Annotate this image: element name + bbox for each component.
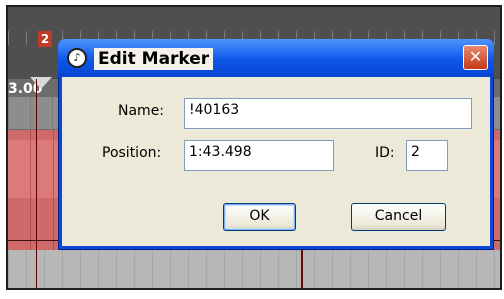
reaper-icon: ♪ bbox=[67, 48, 87, 68]
lower-track-area bbox=[8, 250, 500, 288]
ok-button[interactable]: OK bbox=[223, 203, 296, 231]
id-field[interactable]: 2 bbox=[406, 140, 448, 171]
dialog-titlebar[interactable]: ♪ Edit Marker ✕ bbox=[58, 39, 494, 77]
edit-cursor bbox=[36, 79, 37, 288]
edit-marker-dialog: ♪ Edit Marker ✕ Name: !40163 Position: 1… bbox=[58, 39, 494, 250]
dialog-body: Name: !40163 Position: 1:43.498 ID: 2 OK… bbox=[62, 77, 490, 246]
position-label: Position: bbox=[102, 145, 162, 161]
id-label: ID: bbox=[375, 145, 395, 161]
dialog-title: Edit Marker bbox=[94, 48, 214, 70]
name-label: Name: bbox=[118, 103, 165, 119]
marker-flag[interactable]: 2 bbox=[38, 31, 52, 47]
close-button[interactable]: ✕ bbox=[463, 45, 488, 70]
marker-triangle-icon[interactable] bbox=[30, 77, 52, 89]
cancel-button[interactable]: Cancel bbox=[351, 203, 446, 231]
position-field[interactable]: 1:43.498 bbox=[184, 140, 334, 171]
name-field[interactable]: !40163 bbox=[184, 98, 472, 129]
